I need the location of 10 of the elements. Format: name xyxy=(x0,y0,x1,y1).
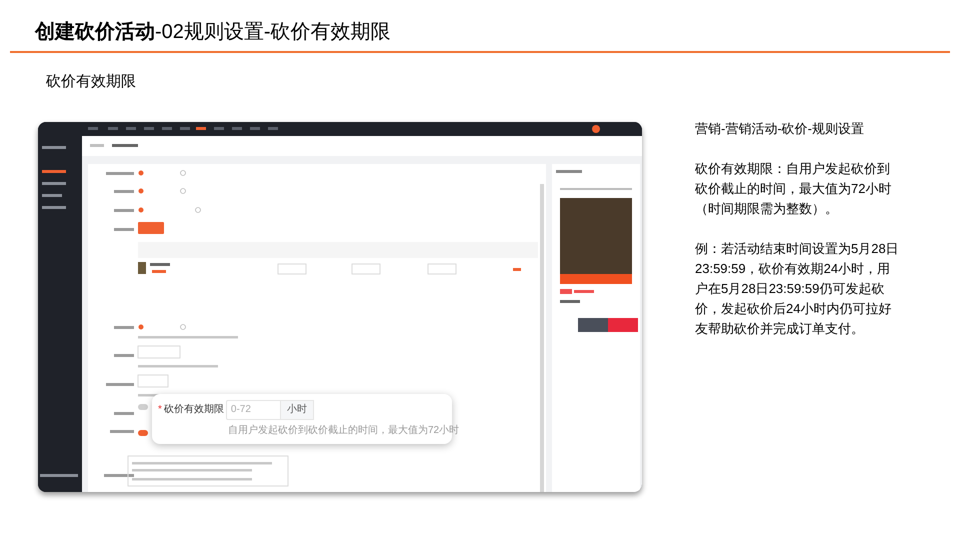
hint-text: 自用户发起砍价到砍价截止的时间，最大值为72小时 xyxy=(228,424,460,438)
section-heading: 砍价有效期限 xyxy=(46,72,137,92)
required-mark: * xyxy=(158,403,162,417)
note-paragraph: 例：若活动结束时间设置为5月28日23:59:59，砍价有效期24小时，用户在5月28日23:59:59仍可发起砍价，发起砍价后24小时内仍可拉好友帮助砍价并完成订单支付。 xyxy=(695,240,900,338)
field-label: 砍价有效期限 xyxy=(164,402,225,417)
hours-input[interactable]: 0-72 xyxy=(226,400,281,420)
note-paragraph: 营销-营销活动-砍价-规则设置 xyxy=(695,120,865,138)
note-paragraph: 砍价有效期限：自用户发起砍价到砍价截止的时间，最大值为72小时（时间期限需为整数）。 xyxy=(695,160,892,218)
unit-label: 小时 xyxy=(280,400,314,420)
slide-title: 创建砍价活动-02规则设置-砍价有效期限 xyxy=(35,20,392,45)
